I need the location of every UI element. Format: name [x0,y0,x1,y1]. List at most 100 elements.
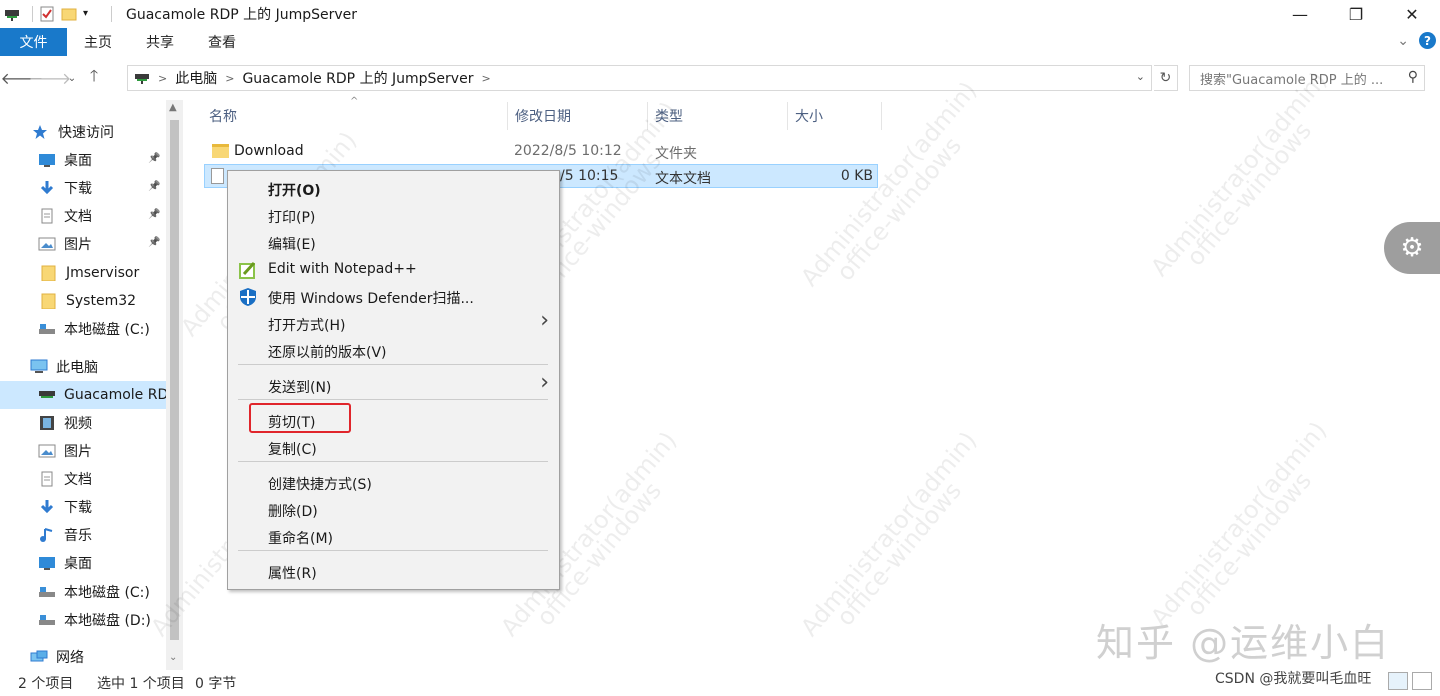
pin-icon[interactable]: 📌 [148,153,160,164]
restore-button[interactable]: ❐ [1328,0,1384,28]
sidebar-item[interactable]: 文档 [38,202,92,230]
sidebar-scrollbar[interactable]: ▲ ⌄ [166,100,183,670]
sidebar-item[interactable]: 桌面 [38,549,92,577]
context-menu-item[interactable]: 发送到(N) › [228,370,559,399]
breadcrumb-this-pc[interactable]: 此电脑 [175,68,217,88]
item-count: 2 个项目 [18,676,74,692]
drive-icon [38,612,56,628]
context-menu-item[interactable]: 还原以前的版本(V) [228,338,559,364]
navigation-pane: 快速访问桌面 📌 下载 📌 文档 📌 图片 📌 Jmservisor System32 本地磁盘 (… [0,100,184,670]
sidebar-item[interactable]: 音乐 [38,521,92,549]
context-menu-item[interactable]: 使用 Windows Defender扫描... [228,284,559,310]
large-icons-view-button[interactable] [1412,672,1432,690]
chevron-right-icon[interactable]: > [481,72,490,85]
sidebar-item[interactable]: 本地磁盘 (C:) [38,315,150,343]
breadcrumb-current[interactable]: Guacamole RDP 上的 JumpServer [242,68,473,88]
sidebar-item[interactable]: 本地磁盘 (C:) [38,578,150,606]
sidebar-item[interactable]: 网络 [30,643,84,670]
tab-view[interactable]: 查看 [191,28,253,56]
pin-icon[interactable]: 📌 [148,209,160,220]
menu-separator [238,461,548,462]
context-menu-item[interactable]: 复制(C) [228,435,559,461]
folder-icon [212,144,229,158]
navigation-bar: 🡐 🡒 ⌄ 🡑 > 此电脑 > Guacamole RDP 上的 JumpSer… [0,62,1440,94]
context-menu-item[interactable]: 打开方式(H) › [228,308,559,337]
column-header-size[interactable]: 大小 [795,102,823,130]
context-menu-item[interactable]: 打印(P) [228,203,559,229]
scroll-down-icon[interactable]: ⌄ [169,652,177,663]
address-bar[interactable]: > 此电脑 > Guacamole RDP 上的 JumpServer > ⌄ [127,65,1152,91]
context-menu-item[interactable]: 重命名(M) [228,524,559,550]
expand-ribbon-icon[interactable]: ⌄ [1397,33,1409,49]
sidebar-item[interactable]: 桌面 [38,146,92,174]
chevron-right-icon[interactable]: > [158,72,167,85]
column-header-name[interactable]: 名称 [209,102,237,130]
file-row[interactable]: Download 2022/8/5 10:12 文件夹 [204,140,878,164]
context-menu-label: 打印(P) [268,210,316,226]
sidebar-item[interactable]: 图片 [38,230,92,258]
context-menu-item[interactable]: 创建快捷方式(S) [228,470,559,496]
sidebar-item-label: 桌面 [64,153,92,169]
minimize-button[interactable]: — [1272,0,1328,28]
drive-icon [38,321,56,337]
sidebar-item[interactable]: 本地磁盘 (D:) [38,606,151,634]
sidebar-item[interactable]: Guacamole RD [0,381,168,409]
chevron-down-icon[interactable]: ⌄ [1136,70,1145,83]
context-menu-item[interactable]: 属性(R) [228,559,559,585]
search-input[interactable]: 搜索"Guacamole RDP 上的 ... ⚲ [1189,65,1425,91]
sidebar-item[interactable]: 下载 [38,493,92,521]
sidebar-item[interactable]: Jmservisor [40,259,139,287]
column-header-type[interactable]: 类型 [655,102,683,130]
scroll-up-icon[interactable]: ▲ [169,102,177,113]
pin-icon[interactable]: 📌 [148,181,160,192]
ribbon-tabs: 文件 主页 共享 查看 ⌄ ? [0,28,1440,56]
document-icon [38,208,56,224]
video-icon [38,415,56,431]
chevron-right-icon[interactable]: > [225,72,234,85]
desktop-icon [38,555,56,571]
context-menu-item[interactable]: 打开(O) [228,176,559,202]
network-drive-icon [38,387,56,403]
context-menu-item[interactable]: 编辑(E) [228,230,559,256]
tab-home[interactable]: 主页 [67,28,129,56]
sidebar-item-label: 快速访问 [58,125,114,141]
desktop-icon [38,152,56,168]
customize-toolbar-icon[interactable]: ▾ [83,6,99,22]
search-icon: ⚲ [1407,69,1418,85]
context-menu-label: 编辑(E) [268,237,316,253]
pin-icon[interactable]: 📌 [148,237,160,248]
context-menu-item[interactable]: Edit with Notepad++ [228,257,559,283]
gear-icon[interactable]: ⚙ [1384,222,1440,274]
sidebar-item[interactable]: 快速访问 [32,118,114,146]
sidebar-item[interactable]: 文档 [38,465,92,493]
context-menu-item[interactable]: 删除(D) [228,497,559,523]
sidebar-item[interactable]: System32 [40,287,136,315]
new-folder-icon[interactable] [61,6,77,22]
sidebar-item-label: 文档 [64,209,92,225]
up-button[interactable]: 🡑 [80,64,108,92]
sidebar-item-label: System32 [66,293,137,309]
context-menu-label: Edit with Notepad++ [268,261,417,277]
sidebar-item[interactable]: 此电脑 [30,353,98,381]
sidebar-item[interactable]: 图片 [38,437,92,465]
tab-file[interactable]: 文件 [0,28,67,56]
download-icon [38,499,56,515]
recent-locations-button[interactable]: ⌄ [64,64,80,92]
chevron-right-icon: › [540,308,549,333]
sidebar-item[interactable]: 下载 [38,174,92,202]
details-view-button[interactable] [1388,672,1408,690]
watermark: office-windows [1181,466,1317,622]
context-menu-label: 删除(D) [268,504,318,520]
context-menu-label: 打开(O) [268,183,321,199]
scrollbar-thumb[interactable] [170,120,179,640]
refresh-button[interactable]: ↻ [1154,65,1178,91]
tab-share[interactable]: 共享 [129,28,191,56]
properties-icon[interactable] [39,6,55,22]
sidebar-item-label: 音乐 [64,528,92,544]
sidebar-item-label: 本地磁盘 (C:) [64,585,150,601]
sidebar-item[interactable]: 视频 [38,409,92,437]
help-icon[interactable]: ? [1419,32,1436,49]
forward-button[interactable]: 🡒 [29,64,72,92]
column-header-date[interactable]: 修改日期 [515,102,571,130]
close-button[interactable]: ✕ [1384,0,1440,28]
